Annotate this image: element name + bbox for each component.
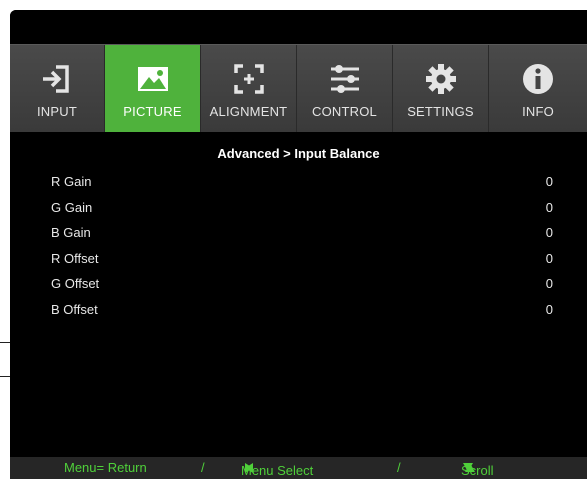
row-label: B Offset (51, 301, 98, 317)
row-value: 0 (545, 301, 553, 317)
row-label: G Offset (51, 276, 100, 292)
footer-menu-return: Menu= Return (64, 460, 147, 475)
row-value: 0 (545, 276, 553, 292)
osd-top-bar (10, 10, 587, 44)
left-edge-line-top (0, 342, 10, 343)
breadcrumb: Advanced > Input Balance (217, 146, 380, 161)
row-label: B Gain (51, 225, 91, 241)
row-value: 0 (545, 174, 553, 189)
tab-info-label: INFO (522, 104, 554, 119)
settings-list: R Gain 0 G Gain 0 B Gain 0 R Offset 0 G … (10, 170, 587, 324)
tab-control[interactable]: CONTROL (297, 45, 393, 132)
tab-info[interactable]: INFO (489, 45, 587, 132)
row-value: 0 (545, 199, 553, 215)
tab-input-label: INPUT (37, 104, 77, 119)
footer-hint-bar: Menu= Return / Menu Select / Scroll (10, 457, 587, 479)
tab-control-label: CONTROL (312, 104, 377, 119)
gear-icon (425, 64, 456, 94)
row-r-offset[interactable]: R Offset 0 (10, 247, 587, 273)
row-label: R Offset (51, 250, 99, 266)
row-label: G Gain (51, 199, 93, 215)
row-g-offset[interactable]: G Offset 0 (10, 272, 587, 298)
tab-settings[interactable]: SETTINGS (393, 45, 489, 132)
row-label: R Gain (51, 174, 92, 189)
tab-alignment-label: ALIGNMENT (209, 104, 288, 119)
tab-alignment[interactable]: ALIGNMENT (201, 45, 297, 132)
row-b-gain[interactable]: B Gain 0 (10, 221, 587, 247)
footer-separator: / (201, 460, 205, 475)
footer-separator: / (397, 460, 401, 475)
row-g-gain[interactable]: G Gain 0 (10, 196, 587, 222)
control-sliders-icon (330, 65, 359, 93)
row-value: 0 (545, 250, 553, 266)
tab-bar: INPUT PICTURE ALIGNMENT CONTROL SETTINGS… (10, 44, 587, 132)
tab-input[interactable]: INPUT (10, 45, 105, 132)
arrow-right-icon (245, 463, 253, 473)
row-value: 0 (545, 225, 553, 241)
row-b-offset[interactable]: B Offset 0 (10, 298, 587, 324)
arrow-down-icon (463, 463, 473, 472)
input-icon (43, 65, 69, 93)
tab-picture-label: PICTURE (123, 104, 182, 119)
picture-icon (137, 67, 168, 91)
row-r-gain[interactable]: R Gain 0 (10, 170, 587, 196)
osd-menu: INPUT PICTURE ALIGNMENT CONTROL SETTINGS… (10, 10, 587, 479)
tab-settings-label: SETTINGS (407, 104, 474, 119)
info-icon (523, 64, 553, 94)
tab-picture[interactable]: PICTURE (105, 45, 201, 132)
alignment-icon (233, 64, 264, 94)
left-edge-line-bottom (0, 376, 10, 377)
